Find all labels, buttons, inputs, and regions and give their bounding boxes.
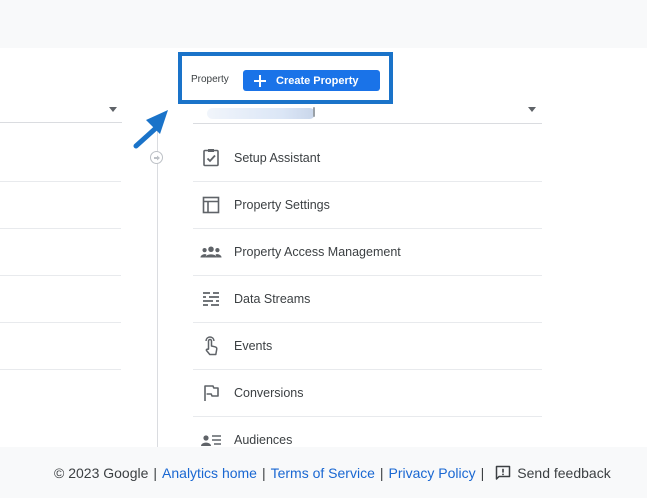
menu-item-data-streams[interactable]: Data Streams bbox=[193, 275, 542, 322]
account-menu-divider bbox=[0, 275, 121, 276]
property-name-redacted bbox=[207, 108, 315, 119]
property-selector[interactable] bbox=[193, 104, 542, 124]
account-menu-divider bbox=[0, 322, 121, 323]
menu-item-conversions[interactable]: Conversions bbox=[193, 369, 542, 416]
footer-separator: | bbox=[153, 465, 158, 481]
send-feedback-label: Send feedback bbox=[517, 465, 611, 481]
streams-icon bbox=[200, 288, 222, 310]
layout-icon bbox=[200, 194, 222, 216]
column-connector-line bbox=[157, 122, 158, 447]
footer-separator: | bbox=[261, 465, 266, 481]
clipboard-check-icon bbox=[200, 147, 222, 169]
menu-item-setup-assistant[interactable]: Setup Assistant bbox=[193, 134, 542, 181]
plus-icon bbox=[253, 74, 267, 88]
menu-item-label: Events bbox=[234, 338, 273, 353]
menu-item-property-access-management[interactable]: Property Access Management bbox=[193, 228, 542, 275]
create-property-button[interactable]: Create Property bbox=[243, 70, 380, 91]
footer-link-privacy[interactable]: Privacy Policy bbox=[389, 465, 476, 481]
footer: © 2023 Google | Analytics home | Terms o… bbox=[54, 465, 611, 481]
create-property-label: Create Property bbox=[276, 74, 359, 87]
annotation-arrow-icon bbox=[133, 110, 168, 149]
menu-item-property-settings[interactable]: Property Settings bbox=[193, 181, 542, 228]
account-menu-divider bbox=[0, 228, 121, 229]
people-icon bbox=[200, 241, 222, 263]
top-bar bbox=[0, 0, 647, 48]
flag-icon bbox=[200, 382, 222, 404]
footer-link-terms[interactable]: Terms of Service bbox=[271, 465, 375, 481]
account-menu-divider bbox=[0, 181, 121, 182]
footer-separator: | bbox=[480, 465, 485, 481]
account-menu-divider bbox=[0, 369, 121, 370]
account-dropdown[interactable] bbox=[0, 122, 122, 123]
property-dropdown-caret-icon[interactable] bbox=[528, 107, 536, 112]
menu-item-events[interactable]: Events bbox=[193, 322, 542, 369]
touch-icon bbox=[200, 335, 222, 357]
menu-item-label: Setup Assistant bbox=[234, 150, 321, 165]
property-name-redacted-edge bbox=[313, 107, 315, 117]
send-feedback-button[interactable]: Send feedback bbox=[489, 465, 611, 481]
property-column-label: Property bbox=[191, 74, 229, 85]
menu-item-label: Conversions bbox=[234, 385, 304, 400]
footer-separator: | bbox=[379, 465, 384, 481]
arrow-right-circle-icon bbox=[150, 151, 163, 164]
menu-item-label: Audiences bbox=[234, 432, 293, 447]
account-dropdown-caret-icon[interactable] bbox=[109, 107, 117, 112]
footer-link-analytics-home[interactable]: Analytics home bbox=[162, 465, 257, 481]
footer-copyright: © 2023 Google bbox=[54, 465, 149, 481]
menu-item-label: Data Streams bbox=[234, 291, 311, 306]
menu-item-label: Property Settings bbox=[234, 197, 330, 212]
feedback-icon bbox=[496, 465, 511, 480]
menu-item-label: Property Access Management bbox=[234, 244, 401, 259]
